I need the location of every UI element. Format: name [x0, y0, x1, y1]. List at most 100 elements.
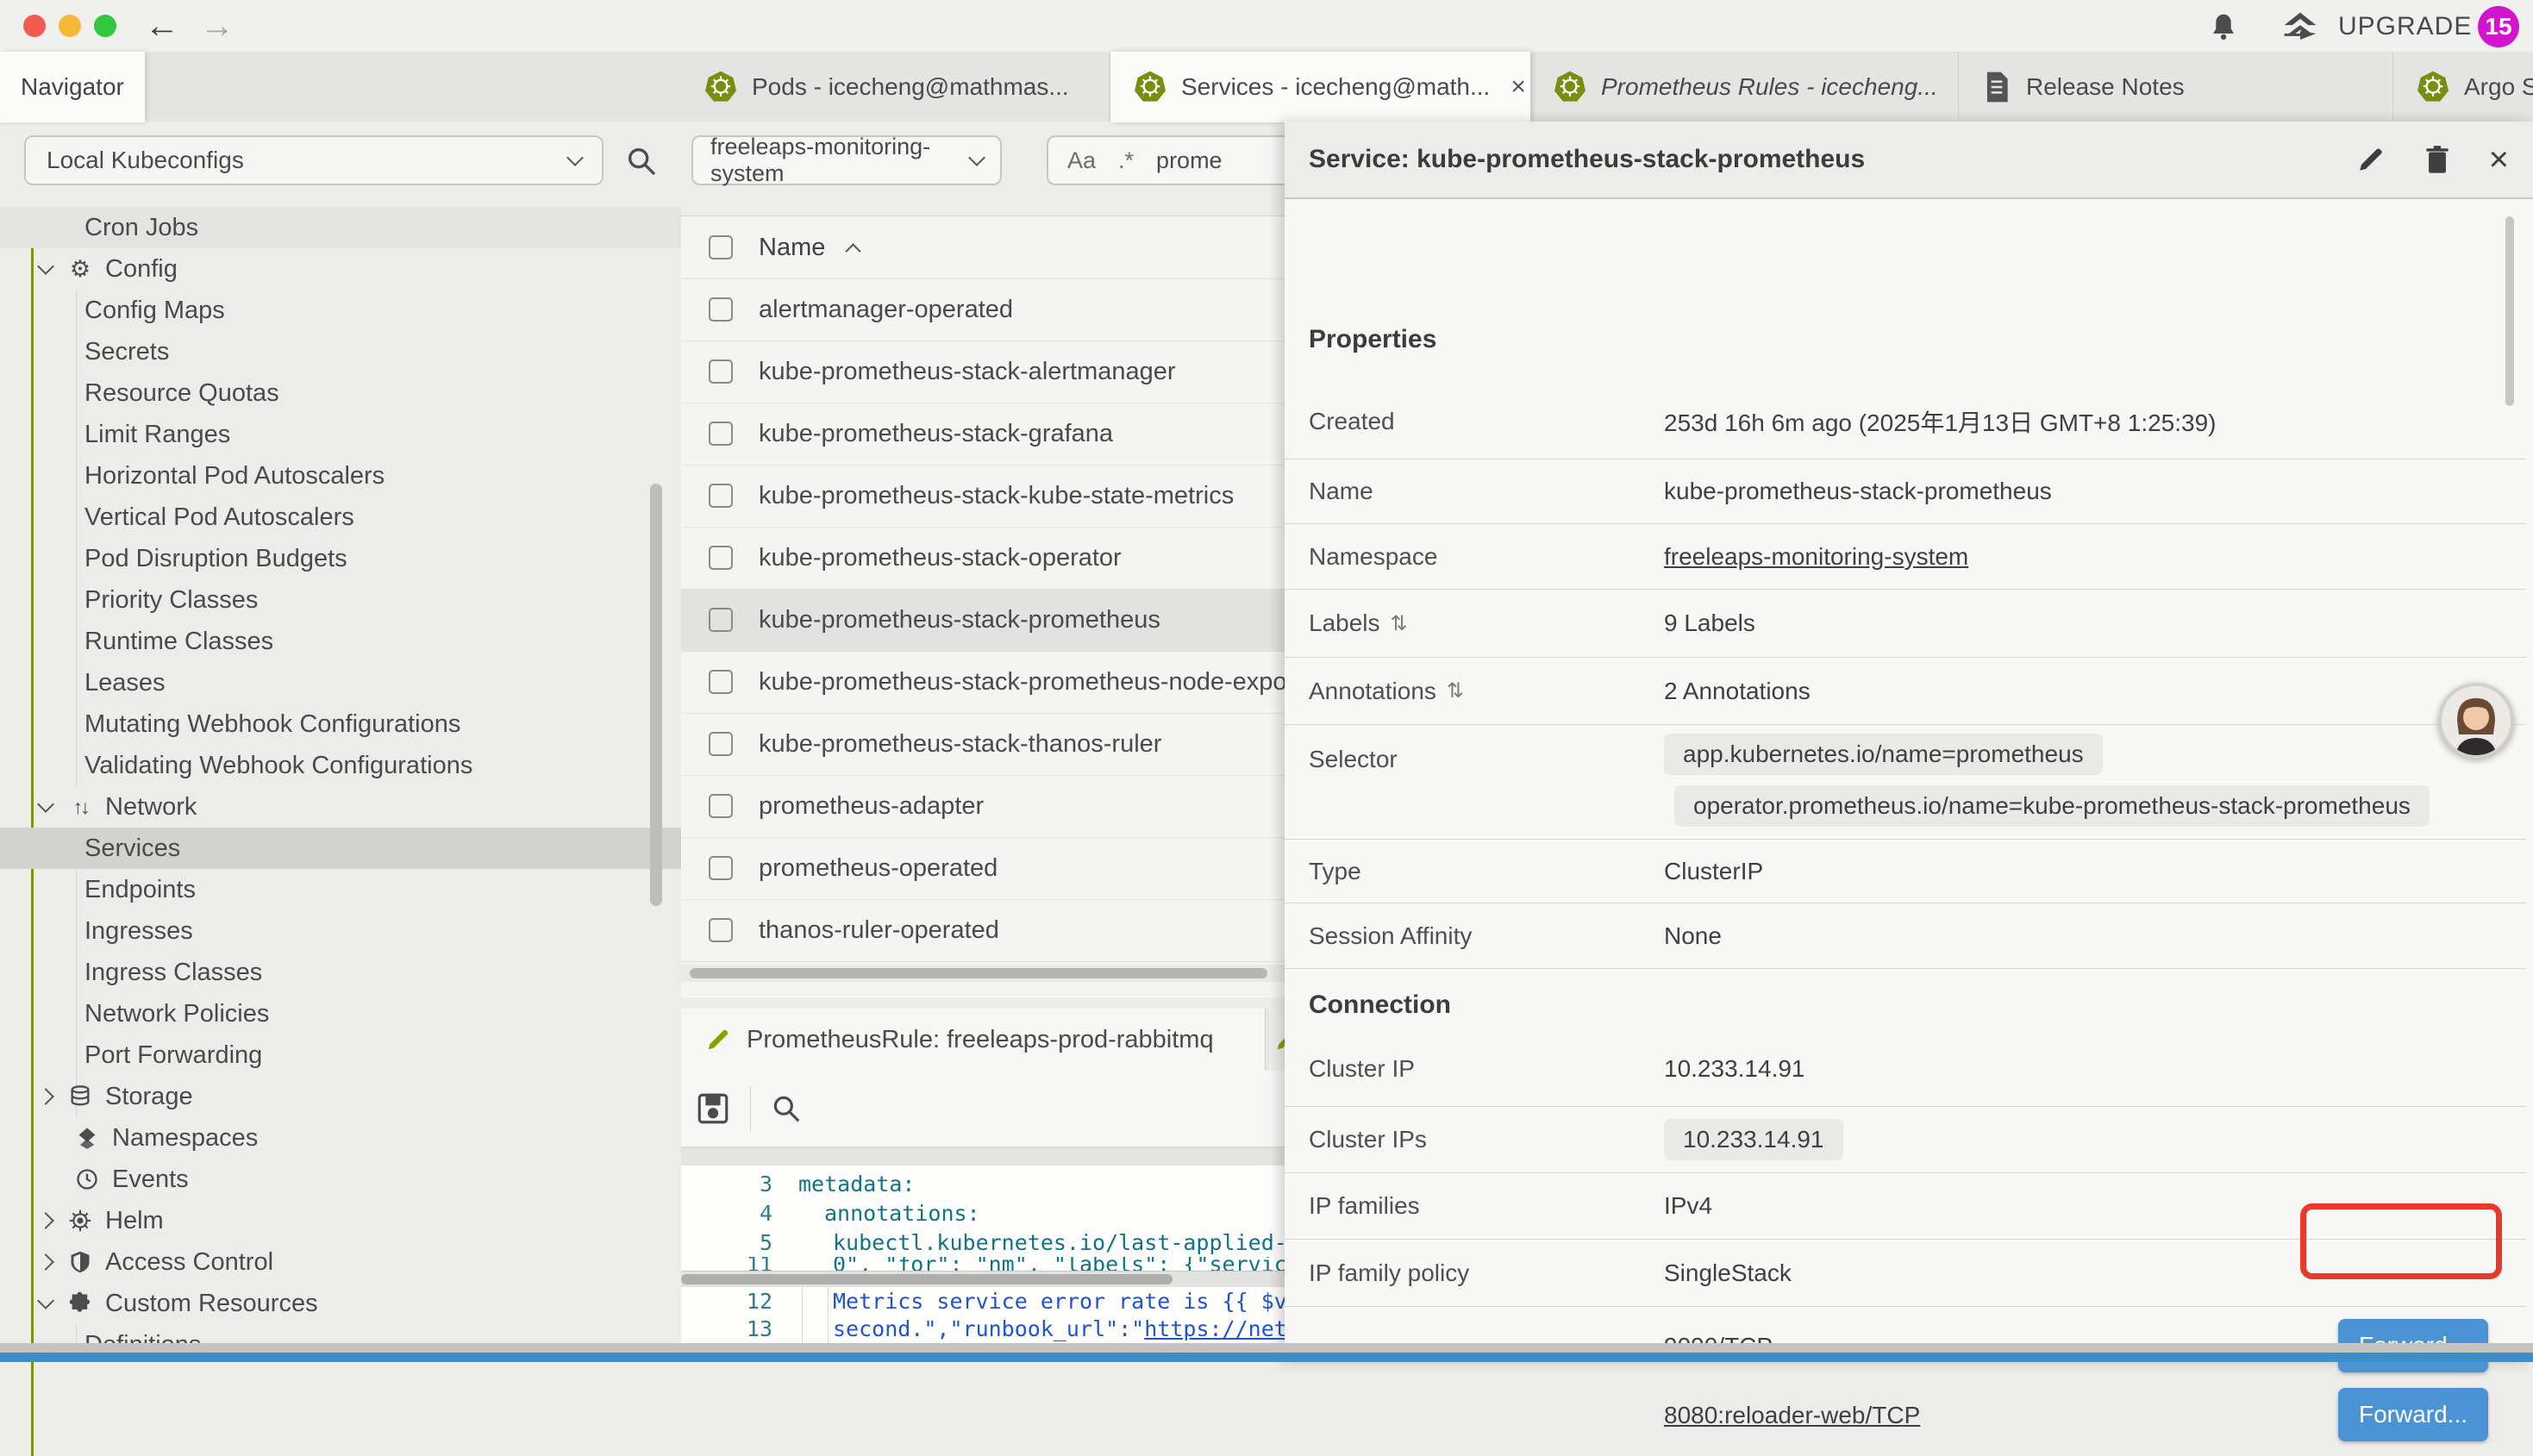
row-checkbox[interactable]	[709, 297, 733, 322]
table-row[interactable]: kube-prometheus-stack-prometheus-node-ex…	[681, 651, 1285, 714]
annotation-highlight-box	[2300, 1203, 2502, 1279]
upgrade-icon[interactable]	[2281, 10, 2319, 43]
delete-icon[interactable]	[2424, 145, 2451, 174]
row-checkbox[interactable]	[709, 856, 733, 880]
table-row[interactable]: kube-prometheus-stack-kube-state-metrics	[681, 465, 1285, 528]
cluster-ips-badge: 10.233.14.91	[1664, 1119, 1843, 1160]
list-search-input[interactable]: Aa .* prome	[1047, 135, 1285, 185]
kubeconfig-selector[interactable]: Local Kubeconfigs	[24, 135, 604, 185]
yaml-editor[interactable]: 3metadata: 4annotations: 5kubectl.kubern…	[681, 1165, 1285, 1362]
sidebar-item-secrets[interactable]: Secrets	[0, 331, 765, 372]
sidebar-item-config-maps[interactable]: Config Maps	[0, 290, 765, 331]
sidebar-item-namespaces[interactable]: Namespaces	[0, 1117, 754, 1159]
table-row[interactable]: kube-prometheus-stack-grafana	[681, 403, 1285, 466]
close-window-button[interactable]	[23, 15, 46, 37]
scrollbar-thumb[interactable]	[690, 968, 1267, 978]
forward-button-8080[interactable]: Forward...	[2338, 1388, 2488, 1441]
panel-scrollbar[interactable]	[2505, 216, 2514, 406]
property-row-annotations: Annotations⇅ 2 Annotations	[1285, 658, 2526, 725]
sidebar-item-cron-jobs[interactable]: Cron Jobs	[0, 207, 765, 248]
namespace-link[interactable]: freeleaps-monitoring-system	[1664, 543, 1968, 571]
editor-tab-prometheusrule[interactable]: PrometheusRule: freeleaps-prod-rabbitmq	[681, 1009, 1266, 1071]
tab-navigator[interactable]: Navigator	[0, 52, 145, 122]
sidebar-item-network-policies[interactable]: Network Policies	[0, 993, 765, 1034]
table-row[interactable]: prometheus-operated	[681, 837, 1285, 900]
editor-tab-partial[interactable]	[1269, 1009, 1285, 1071]
user-avatar[interactable]	[2438, 683, 2514, 759]
name-column-header[interactable]: Name	[759, 234, 825, 262]
row-checkbox[interactable]	[709, 484, 733, 508]
kubernetes-icon	[1553, 70, 1587, 104]
property-row-session-affinity: Session Affinity None	[1285, 903, 2526, 969]
upgrade-label[interactable]: UPGRADE	[2338, 12, 2472, 41]
notification-badge[interactable]: 15	[2478, 6, 2519, 47]
service-detail-panel: Service: kube-prometheus-stack-prometheu…	[1285, 122, 2533, 1362]
sidebar-group-storage[interactable]: Storage	[0, 1076, 720, 1117]
row-checkbox[interactable]	[709, 546, 733, 570]
row-checkbox[interactable]	[709, 359, 733, 384]
connection-row-cluster-ip: Cluster IP 10.233.14.91	[1285, 1031, 2526, 1107]
tab-services[interactable]: Services - icecheng@math... ×	[1110, 52, 1530, 122]
tab-strip: Navigator Pods - icecheng@mathmas... Ser…	[0, 52, 2533, 122]
row-checkbox[interactable]	[709, 794, 733, 818]
table-horizontal-scrollbar[interactable]	[681, 965, 1285, 982]
tab-pods[interactable]: Pods - icecheng@mathmas...	[681, 52, 1110, 122]
regex-icon[interactable]: .*	[1118, 147, 1134, 174]
close-tab-icon[interactable]: ×	[1510, 72, 1526, 102]
maximize-window-button[interactable]	[94, 15, 116, 37]
panel-header: Service: kube-prometheus-stack-prometheu…	[1285, 122, 2533, 199]
table-row[interactable]: kube-prometheus-stack-alertmanager	[681, 341, 1285, 403]
sidebar-item-resource-quotas[interactable]: Resource Quotas	[0, 372, 765, 414]
table-row[interactable]: alertmanager-operated	[681, 278, 1285, 341]
scrollbar-thumb[interactable]	[681, 1274, 1173, 1284]
minimize-window-button[interactable]	[59, 15, 81, 37]
sidebar-item-events[interactable]: Events	[0, 1159, 754, 1200]
sidebar-item-limit-ranges[interactable]: Limit Ranges	[0, 414, 765, 455]
table-row[interactable]: thanos-ruler-operated	[681, 899, 1285, 962]
sidebar-group-custom-resources[interactable]: Custom Resources	[0, 1283, 720, 1324]
row-checkbox[interactable]	[709, 918, 733, 942]
sidebar-search-icon[interactable]	[624, 144, 659, 178]
tab-argo[interactable]: Argo Se	[2393, 52, 2533, 122]
sidebar-item-ingresses[interactable]: Ingresses	[0, 910, 765, 952]
sidebar-group-config[interactable]: ⚙ Config	[0, 248, 720, 290]
select-all-checkbox[interactable]	[709, 235, 733, 259]
table-row-selected[interactable]: kube-prometheus-stack-prometheus	[681, 589, 1285, 652]
code-line: 3metadata:	[681, 1169, 1285, 1198]
sidebar-group-access-control[interactable]: Access Control	[0, 1241, 720, 1283]
table-row[interactable]: prometheus-adapter	[681, 775, 1285, 838]
table-row[interactable]: kube-prometheus-stack-thanos-ruler	[681, 713, 1285, 776]
expand-icon[interactable]: ⇅	[1391, 611, 1408, 636]
runbook-url-link[interactable]: https://net	[1144, 1316, 1285, 1341]
editor-horizontal-scrollbar[interactable]	[681, 1271, 1285, 1287]
sidebar-group-helm[interactable]: Helm	[0, 1200, 720, 1241]
row-checkbox[interactable]	[709, 670, 733, 694]
forward-button[interactable]: →	[200, 7, 235, 45]
save-icon[interactable]	[695, 1090, 731, 1127]
sidebar-group-network[interactable]: ↑↓ Network	[0, 786, 720, 828]
property-row-type: Type ClusterIP	[1285, 840, 2526, 903]
row-checkbox[interactable]	[709, 608, 733, 632]
sidebar-item-ingress-classes[interactable]: Ingress Classes	[0, 952, 765, 993]
expand-icon[interactable]: ⇅	[1447, 678, 1464, 703]
editor-search-icon[interactable]	[770, 1092, 803, 1125]
tab-release-notes[interactable]: Release Notes	[1959, 52, 2393, 122]
namespace-filter-dropdown[interactable]: freeleaps-monitoring-system	[691, 135, 1002, 185]
port-link-8080[interactable]: 8080:reloader-web/TCP	[1664, 1402, 1920, 1429]
tab-prometheus-rules[interactable]: Prometheus Rules - icecheng...	[1530, 52, 1959, 122]
sidebar-scrollbar[interactable]	[650, 484, 662, 906]
bell-icon[interactable]	[2207, 10, 2240, 43]
edit-icon[interactable]	[2356, 145, 2386, 174]
close-panel-icon[interactable]: ×	[2489, 145, 2509, 174]
tab-label: Prometheus Rules - icecheng...	[1601, 73, 1938, 101]
sidebar-item-port-forwarding[interactable]: Port Forwarding	[0, 1034, 765, 1076]
row-checkbox[interactable]	[709, 732, 733, 756]
match-case-icon[interactable]: Aa	[1067, 147, 1096, 174]
kubeconfig-selector-value: Local Kubeconfigs	[47, 147, 244, 174]
back-button[interactable]: ←	[145, 7, 179, 45]
table-row[interactable]: kube-prometheus-stack-operator	[681, 527, 1285, 590]
row-checkbox[interactable]	[709, 422, 733, 446]
code-line: 13second.","runbook_url":"https://net	[681, 1314, 1285, 1343]
table-header-row[interactable]: Name	[681, 216, 1285, 279]
namespace-filter-value: freeleaps-monitoring-system	[710, 134, 971, 187]
